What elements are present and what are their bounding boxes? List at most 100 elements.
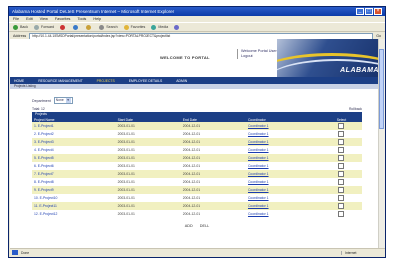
minimize-button[interactable]: _ bbox=[356, 8, 364, 15]
menu-edit[interactable]: Edit bbox=[26, 17, 33, 21]
coordinator-link[interactable]: Coordinator 1 bbox=[245, 130, 321, 138]
home-icon bbox=[86, 24, 92, 30]
end-date-cell: 2004-12-01 bbox=[180, 178, 246, 186]
menu-file[interactable]: File bbox=[13, 17, 19, 21]
menu-tools[interactable]: Tools bbox=[77, 17, 86, 21]
project-name-link[interactable]: 6. E-Project6 bbox=[32, 162, 116, 170]
stop-button[interactable] bbox=[60, 24, 67, 30]
coordinator-link[interactable]: Coordinator 1 bbox=[245, 202, 321, 210]
project-name-link[interactable]: 7. E-Project7 bbox=[32, 170, 116, 178]
end-date-cell: 2004-12-01 bbox=[180, 162, 246, 170]
address-label: Address bbox=[13, 34, 27, 38]
start-date-cell: 2003-01-01 bbox=[115, 186, 181, 194]
breadcrumb: Projects Listing bbox=[10, 84, 385, 89]
coordinator-link[interactable]: Coordinator 1 bbox=[245, 146, 321, 154]
row-checkbox[interactable] bbox=[338, 163, 345, 169]
history-button[interactable] bbox=[174, 24, 181, 30]
project-name-link[interactable]: 1. E-Project1 bbox=[32, 122, 116, 130]
row-checkbox[interactable] bbox=[338, 211, 345, 217]
nav-home[interactable]: HOME bbox=[14, 79, 24, 83]
table-row: 6. E-Project6 2003-01-01 2004-12-01 Coordin… bbox=[32, 162, 362, 170]
close-button[interactable]: × bbox=[374, 8, 382, 15]
coordinator-link[interactable]: Coordinator 1 bbox=[245, 138, 321, 146]
select-cell bbox=[320, 210, 362, 218]
forward-arrow-icon bbox=[34, 24, 39, 30]
coordinator-link[interactable]: Coordinator 1 bbox=[245, 178, 321, 186]
media-icon bbox=[151, 24, 157, 30]
row-checkbox[interactable] bbox=[338, 171, 345, 177]
project-name-link[interactable]: 10. E-Project10 bbox=[32, 194, 116, 202]
project-name-link[interactable]: 3. E-Project3 bbox=[32, 138, 116, 146]
header-banner: ALABAMA bbox=[277, 39, 385, 77]
nav-admin[interactable]: ADMIN bbox=[176, 79, 187, 83]
start-date-cell: 2003-01-01 bbox=[115, 122, 181, 130]
project-name-link[interactable]: 2. E-Project2 bbox=[32, 130, 116, 138]
forward-button[interactable]: Forward bbox=[34, 24, 54, 30]
menu-favorites[interactable]: Favorites bbox=[55, 17, 71, 21]
star-icon bbox=[123, 24, 129, 30]
browser-window: Alabama Hosted Portal DeLteS Presentsum … bbox=[8, 6, 386, 258]
department-select[interactable]: None ▼ bbox=[53, 97, 73, 104]
coordinator-link[interactable]: Coordinator 1 bbox=[245, 194, 321, 202]
start-date-cell: 2003-01-01 bbox=[115, 154, 181, 162]
row-checkbox[interactable] bbox=[338, 147, 345, 153]
user-box[interactable]: Welcome Portal User | Logout bbox=[237, 49, 281, 59]
row-checkbox[interactable] bbox=[338, 179, 345, 185]
select-cell bbox=[320, 122, 362, 130]
select-cell bbox=[320, 202, 362, 210]
end-date-cell: 2004-12-01 bbox=[180, 202, 246, 210]
maximize-button[interactable]: □ bbox=[365, 8, 373, 15]
coordinator-link[interactable]: Coordinator 1 bbox=[245, 186, 321, 194]
refresh-button[interactable] bbox=[73, 24, 80, 30]
select-cell bbox=[320, 130, 362, 138]
menu-help[interactable]: Help bbox=[93, 17, 101, 21]
project-name-link[interactable]: 8. E-Project8 bbox=[32, 178, 116, 186]
back-button[interactable]: Back bbox=[13, 24, 28, 30]
project-name-link[interactable]: 12. E-Project12 bbox=[32, 210, 116, 218]
row-checkbox[interactable] bbox=[338, 203, 345, 209]
end-date-cell: 2004-12-01 bbox=[180, 186, 246, 194]
row-checkbox[interactable] bbox=[338, 195, 345, 201]
go-button[interactable]: Go bbox=[376, 34, 381, 38]
coordinator-link[interactable]: Coordinator 1 bbox=[245, 122, 321, 130]
coordinator-link[interactable]: Coordinator 1 bbox=[245, 210, 321, 218]
add-button[interactable]: ADD bbox=[185, 224, 193, 228]
vertical-scrollbar[interactable] bbox=[378, 39, 385, 249]
menu-view[interactable]: View bbox=[40, 17, 48, 21]
row-checkbox[interactable] bbox=[338, 131, 345, 137]
table-row: 10. E-Project10 2003-01-01 2004-12-01 Coord… bbox=[32, 194, 362, 202]
project-name-link[interactable]: 4. E-Project4 bbox=[32, 146, 116, 154]
row-checkbox[interactable] bbox=[338, 187, 345, 193]
coordinator-link[interactable]: Coordinator 1 bbox=[245, 154, 321, 162]
row-checkbox[interactable] bbox=[338, 139, 345, 145]
scrollbar-thumb[interactable] bbox=[379, 49, 384, 129]
title-bar: Alabama Hosted Portal DeLteS Presentsum … bbox=[9, 7, 385, 16]
project-name-link[interactable]: 5. E-Project5 bbox=[32, 154, 116, 162]
table-row: 7. E-Project7 2003-01-01 2004-12-01 Coordin… bbox=[32, 170, 362, 178]
coordinator-link[interactable]: Coordinator 1 bbox=[245, 170, 321, 178]
nav-projects[interactable]: PROJECTS bbox=[97, 79, 115, 83]
nav-resource-management[interactable]: RESOURCE MANAGEMENT bbox=[38, 79, 82, 83]
zone-indicator: Internet bbox=[341, 250, 385, 255]
rollback-link[interactable]: Rollback bbox=[349, 107, 362, 111]
end-date-cell: 2004-12-01 bbox=[180, 210, 246, 218]
row-checkbox[interactable] bbox=[338, 123, 345, 129]
select-cell bbox=[320, 194, 362, 202]
total-count: Total: 12 bbox=[32, 107, 45, 111]
refresh-icon bbox=[73, 24, 79, 30]
favorites-button[interactable]: Favorites bbox=[123, 24, 145, 30]
site-header: WELCOME TO PORTAL Welcome Portal User | … bbox=[10, 39, 385, 77]
main-nav: HOME RESOURCE MANAGEMENT PROJECTS EMPLOY… bbox=[10, 77, 385, 84]
coordinator-link[interactable]: Coordinator 1 bbox=[245, 162, 321, 170]
project-name-link[interactable]: 9. E-Project9 bbox=[32, 186, 116, 194]
delete-button[interactable]: DELL bbox=[200, 224, 210, 228]
project-name-link[interactable]: 11. E-Project11 bbox=[32, 202, 116, 210]
search-button[interactable]: Search bbox=[99, 24, 118, 30]
end-date-cell: 2004-12-01 bbox=[180, 130, 246, 138]
home-button[interactable] bbox=[86, 24, 93, 30]
toolbar: Back Forward Search Favorites Media bbox=[9, 22, 385, 32]
row-checkbox[interactable] bbox=[338, 155, 345, 161]
search-icon bbox=[99, 24, 105, 30]
media-button[interactable]: Media bbox=[151, 24, 168, 30]
nav-employee-details[interactable]: EMPLOYEE DETAILS bbox=[129, 79, 162, 83]
